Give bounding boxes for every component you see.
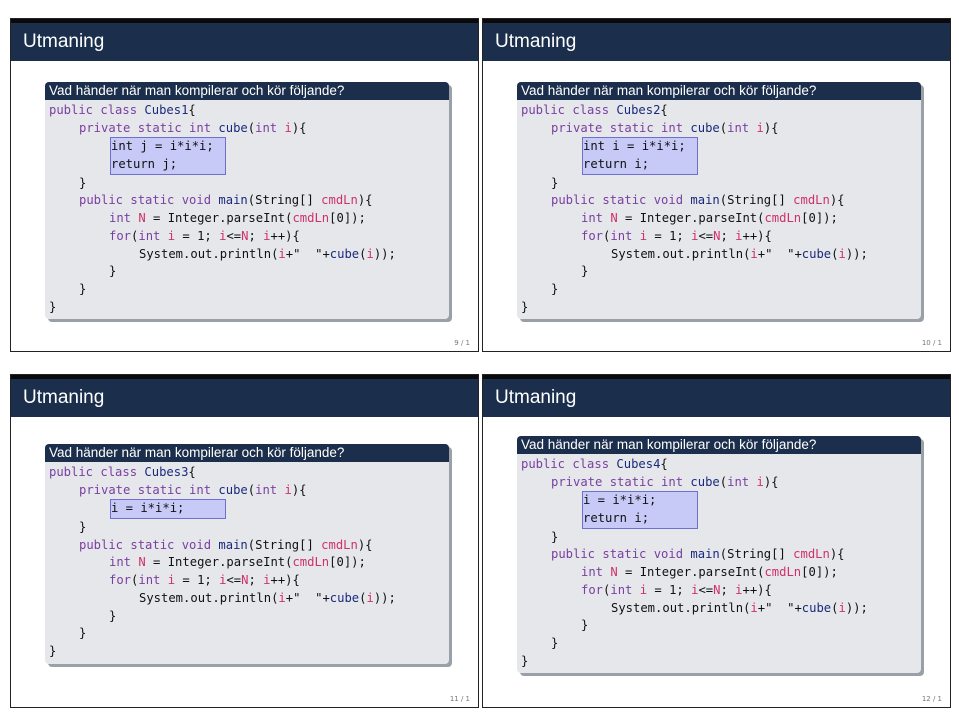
slide-3: Utmaning Vad händer när man kompilerar o… bbox=[10, 374, 479, 708]
block-question: Vad händer när man kompilerar och kör fö… bbox=[517, 436, 921, 454]
for-close: } bbox=[109, 264, 117, 279]
parse-line: int N = Integer.parseInt(cmdLn[0]); bbox=[581, 565, 838, 580]
cube-body-highlight: i = i*i*i; return i; bbox=[582, 491, 698, 529]
cube-body-highlight: int i = i*i*i; return i; bbox=[582, 137, 698, 175]
main-signature: public static void main(String[] cmdLn){ bbox=[551, 193, 845, 208]
slide-title: Utmaning bbox=[11, 379, 478, 417]
print-line: System.out.println(i+" "+cube(i)); bbox=[611, 600, 868, 615]
parse-line: int N = Integer.parseInt(cmdLn[0]); bbox=[109, 211, 366, 226]
class-line: public class Cubes1{ bbox=[49, 103, 196, 117]
cube-body-line-2: return j; bbox=[111, 157, 178, 172]
for-line: for(int i = 1; i<=N; i++){ bbox=[109, 228, 300, 243]
print-line: System.out.println(i+" "+cube(i)); bbox=[611, 246, 868, 261]
cube-body-highlight: int j = i*i*i; return j; bbox=[110, 137, 226, 175]
code-listing: public class Cubes4{ private static int … bbox=[517, 454, 921, 673]
cube-close: } bbox=[79, 520, 87, 535]
cube-close: } bbox=[79, 175, 87, 190]
for-close: } bbox=[581, 264, 589, 279]
cube-close: } bbox=[551, 529, 559, 544]
code-listing: public class Cubes2{ private static int … bbox=[517, 100, 921, 319]
code-block: Vad händer när man kompilerar och kör fö… bbox=[45, 444, 449, 664]
main-signature: public static void main(String[] cmdLn){ bbox=[79, 537, 373, 552]
cube-body-line-2: return i; bbox=[583, 511, 650, 526]
class-close: } bbox=[521, 653, 529, 668]
block-question: Vad händer när man kompilerar och kör fö… bbox=[45, 82, 449, 100]
slide-title: Utmaning bbox=[483, 379, 950, 417]
page-number: 10 / 1 bbox=[921, 339, 942, 347]
class-close: } bbox=[49, 299, 57, 314]
page-number: 11 / 1 bbox=[449, 695, 470, 703]
main-close: } bbox=[551, 281, 559, 296]
main-signature: public static void main(String[] cmdLn){ bbox=[551, 547, 845, 562]
block-question: Vad händer när man kompilerar och kör fö… bbox=[517, 82, 921, 100]
for-close: } bbox=[109, 608, 117, 623]
code-listing: public class Cubes3{ private static int … bbox=[45, 462, 449, 664]
cube-close: } bbox=[551, 175, 559, 190]
code-block: Vad händer när man kompilerar och kör fö… bbox=[45, 82, 449, 320]
page-number: 9 / 1 bbox=[454, 339, 470, 347]
parse-line: int N = Integer.parseInt(cmdLn[0]); bbox=[109, 555, 366, 570]
print-line: System.out.println(i+" "+cube(i)); bbox=[139, 246, 396, 261]
main-close: } bbox=[79, 626, 87, 641]
class-line: public class Cubes2{ bbox=[521, 103, 668, 117]
for-line: for(int i = 1; i<=N; i++){ bbox=[581, 228, 772, 243]
cube-signature: private static int cube(int i){ bbox=[79, 120, 307, 135]
for-line: for(int i = 1; i<=N; i++){ bbox=[581, 582, 772, 597]
main-close: } bbox=[79, 281, 87, 296]
slide-title: Utmaning bbox=[483, 23, 950, 61]
class-close: } bbox=[49, 643, 57, 658]
code-listing: public class Cubes1{ private static int … bbox=[45, 100, 449, 319]
cube-body-line-1: int j = i*i*i; bbox=[111, 139, 214, 154]
slide-1: Utmaning Vad händer när man kompilerar o… bbox=[10, 18, 479, 352]
cube-body-line-1: i = i*i*i; bbox=[583, 493, 657, 508]
cube-body-line-2: return i; bbox=[583, 157, 650, 172]
class-line: public class Cubes3{ bbox=[49, 465, 196, 479]
cube-body-line-1: int i = i*i*i; bbox=[583, 139, 686, 154]
slide-title: Utmaning bbox=[11, 23, 478, 61]
class-close: } bbox=[521, 299, 529, 314]
code-block: Vad händer när man kompilerar och kör fö… bbox=[517, 82, 921, 320]
for-close: } bbox=[581, 618, 589, 633]
main-signature: public static void main(String[] cmdLn){ bbox=[79, 193, 373, 208]
slide-4: Utmaning Vad händer när man kompilerar o… bbox=[482, 374, 951, 708]
page-number: 12 / 1 bbox=[921, 695, 942, 703]
parse-line: int N = Integer.parseInt(cmdLn[0]); bbox=[581, 211, 838, 226]
cube-body-line-1: i = i*i*i; bbox=[111, 501, 185, 516]
print-line: System.out.println(i+" "+cube(i)); bbox=[139, 590, 396, 605]
cube-signature: private static int cube(int i){ bbox=[79, 482, 307, 497]
for-line: for(int i = 1; i<=N; i++){ bbox=[109, 573, 300, 588]
main-close: } bbox=[551, 635, 559, 650]
code-block: Vad händer när man kompilerar och kör fö… bbox=[517, 436, 921, 674]
cube-body-highlight: i = i*i*i; bbox=[110, 499, 226, 520]
block-question: Vad händer när man kompilerar och kör fö… bbox=[45, 444, 449, 462]
class-line: public class Cubes4{ bbox=[521, 457, 668, 471]
slide-2: Utmaning Vad händer när man kompilerar o… bbox=[482, 18, 951, 352]
cube-signature: private static int cube(int i){ bbox=[551, 120, 779, 135]
cube-signature: private static int cube(int i){ bbox=[551, 474, 779, 489]
